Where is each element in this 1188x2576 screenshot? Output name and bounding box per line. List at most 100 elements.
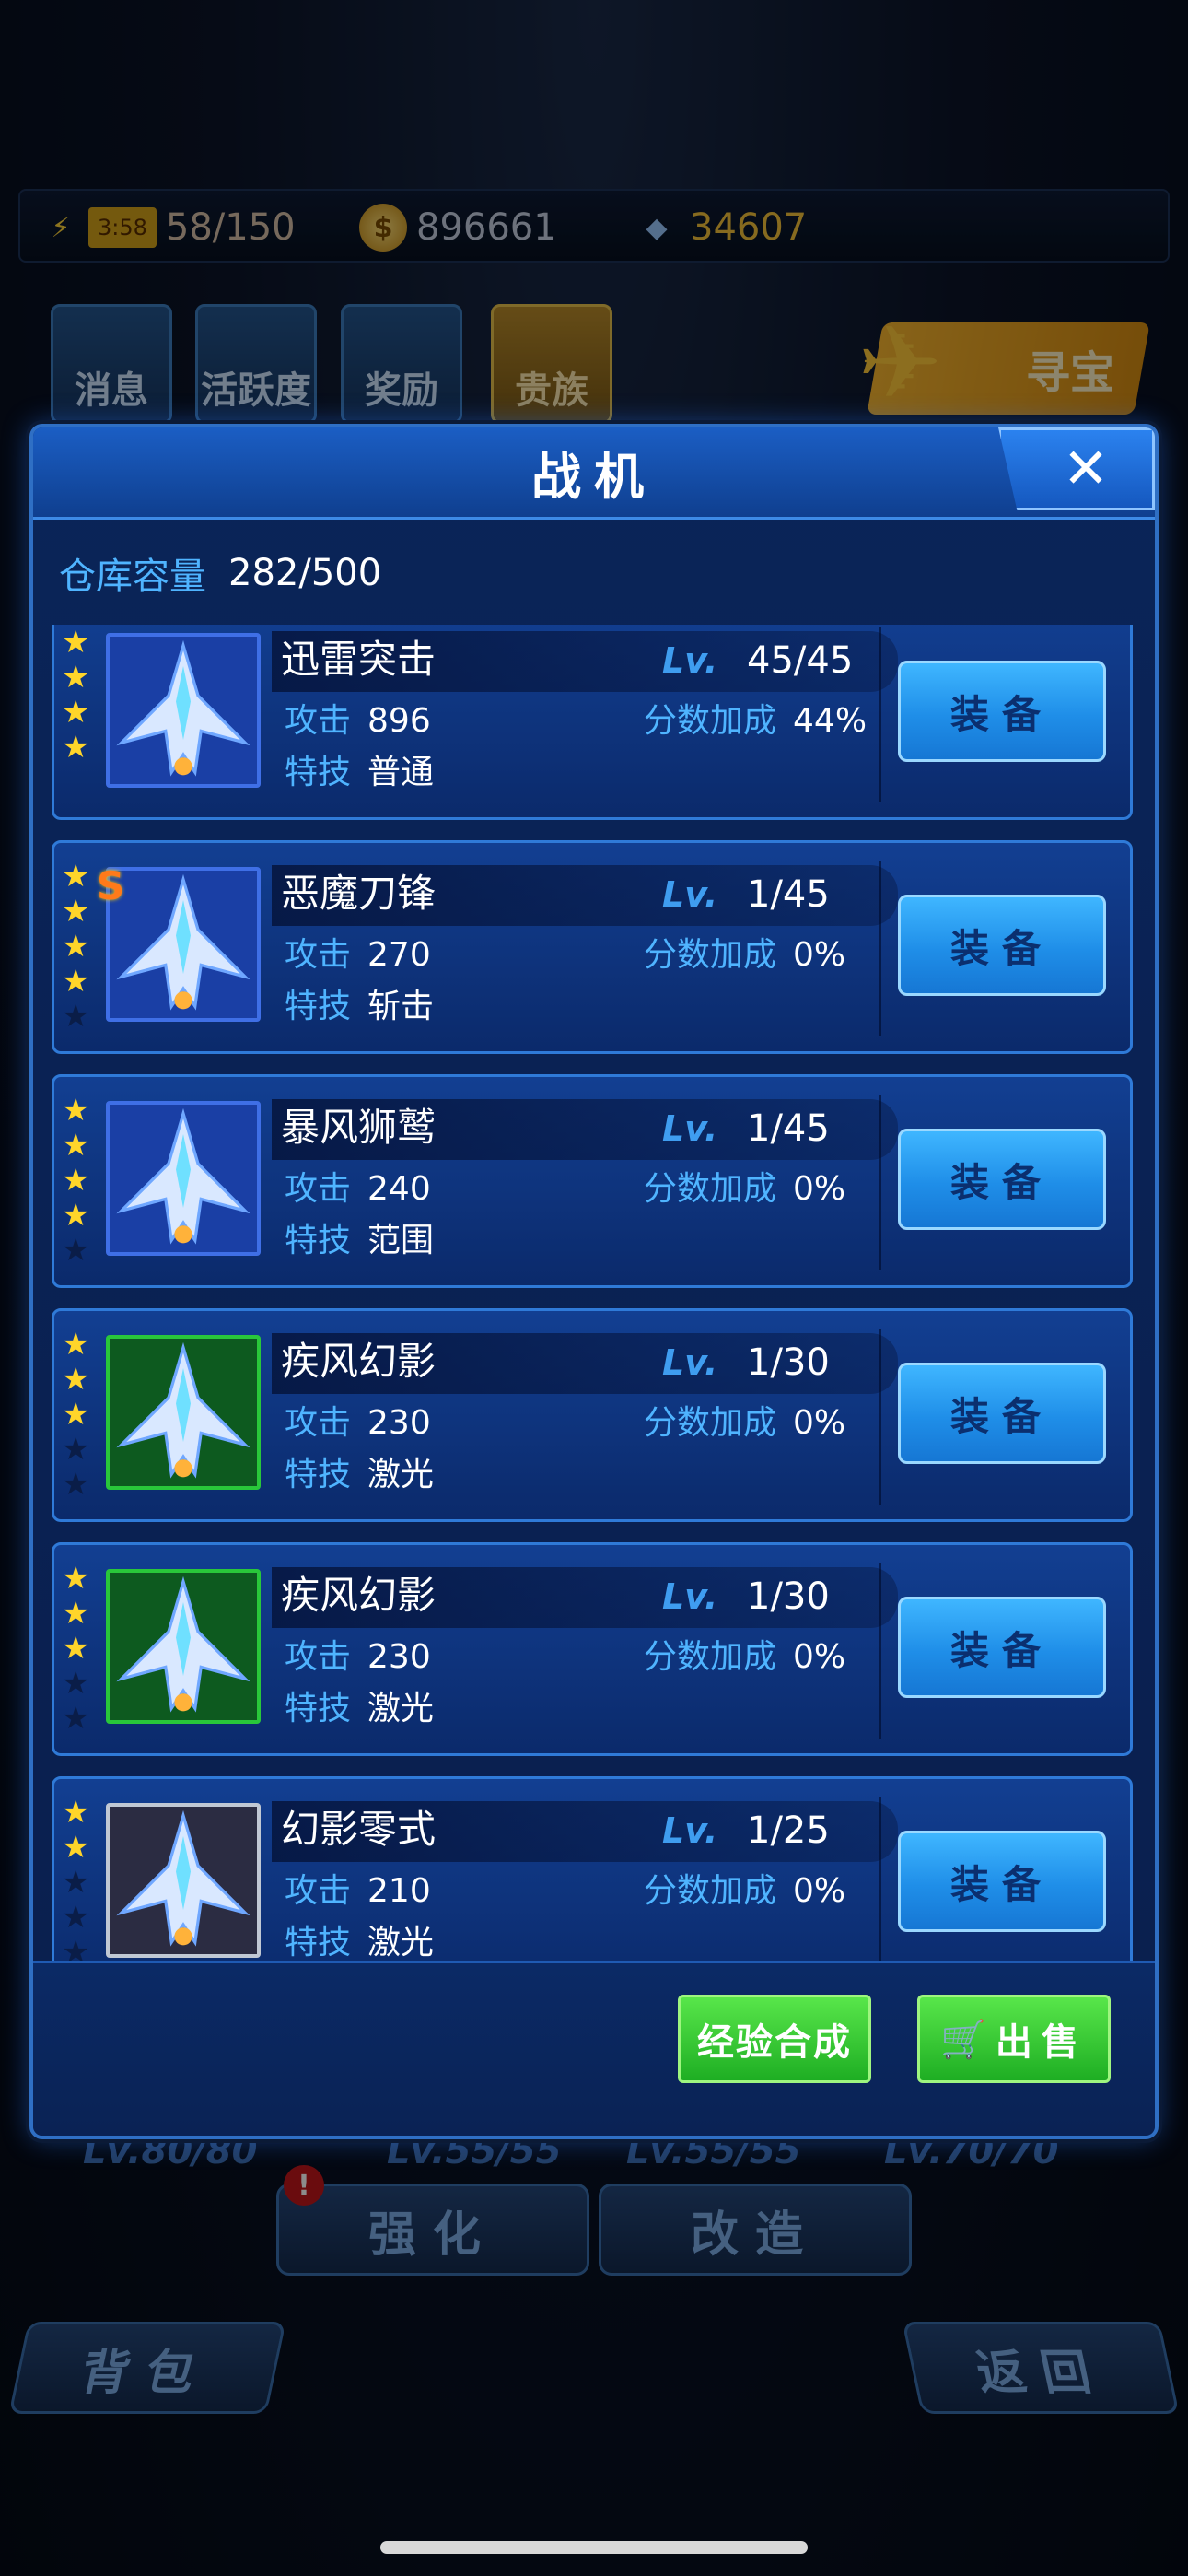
star-icon: ★ xyxy=(62,1665,90,1702)
plane-name: 暴风狮鹫 xyxy=(281,1105,437,1150)
bonus-row: 分数加成 0% xyxy=(644,933,845,978)
skill-label: 特技 xyxy=(285,1690,352,1727)
bonus-label: 分数加成 xyxy=(644,1872,777,1910)
close-icon: ✕ xyxy=(1062,437,1110,501)
star-rating: ★ ★ ★ ★ ★ xyxy=(62,1562,97,1735)
card-divider xyxy=(879,1329,881,1505)
grade-badge: S xyxy=(97,863,125,908)
exp-merge-button[interactable]: 经验合成 xyxy=(678,1995,871,2083)
equip-button[interactable]: 装备 xyxy=(898,895,1106,996)
attack-row: 攻击 230 xyxy=(285,1635,431,1680)
attack-value: 230 xyxy=(367,1404,431,1442)
modal-footer: 经验合成 🛒 出售 xyxy=(33,1961,1155,2136)
plane-name: 恶魔刀锋 xyxy=(281,871,437,916)
grade-badge xyxy=(97,1799,134,1842)
scrollbar[interactable] xyxy=(1140,649,1151,2136)
star-rating: ★ ★ ★ ★ ★ xyxy=(62,1094,97,1267)
attack-label: 攻击 xyxy=(285,1638,352,1676)
attack-row: 攻击 230 xyxy=(285,1401,431,1446)
attack-label: 攻击 xyxy=(285,1872,352,1910)
attack-label: 攻击 xyxy=(285,936,352,974)
equip-button[interactable]: 装备 xyxy=(898,1129,1106,1230)
level-label: Lv. xyxy=(662,1576,718,1617)
bonus-value: 0% xyxy=(793,1872,846,1910)
plane-card-0: ★ ★ ★ ★ 迅雷突击 Lv. 45/45 攻击 896 特技 普通 分数加成 44% 装… xyxy=(52,625,1133,820)
plane-name: 迅雷突击 xyxy=(281,637,437,682)
bonus-label: 分数加成 xyxy=(644,1638,777,1676)
attack-row: 攻击 896 xyxy=(285,699,431,744)
bonus-label: 分数加成 xyxy=(644,702,777,740)
sell-label: 出售 xyxy=(995,2021,1088,2064)
level-value: 1/25 xyxy=(747,1809,830,1852)
skill-value: 斩击 xyxy=(367,988,435,1025)
card-divider xyxy=(879,861,881,1036)
level-value: 1/30 xyxy=(747,1341,830,1384)
capacity-value: 282/500 xyxy=(228,552,382,594)
level-value: 1/30 xyxy=(747,1575,830,1618)
grade-badge xyxy=(97,1097,134,1140)
plane-list-content: ★ ★ ★ ★ 迅雷突击 Lv. 45/45 攻击 896 特技 普通 分数加成 44% 装… xyxy=(52,625,1144,1961)
star-icon: ★ xyxy=(62,1630,90,1667)
level-label: Lv. xyxy=(662,640,718,681)
equip-button[interactable]: 装备 xyxy=(898,661,1106,762)
card-divider xyxy=(879,1095,881,1270)
bonus-label: 分数加成 xyxy=(644,1170,777,1208)
level-value: 45/45 xyxy=(747,639,854,682)
equip-button[interactable]: 装备 xyxy=(898,1363,1106,1464)
plane-name: 幻影零式 xyxy=(281,1807,437,1852)
star-icon: ★ xyxy=(62,1560,90,1597)
skill-value: 范围 xyxy=(367,1222,435,1259)
skill-row: 特技 斩击 xyxy=(285,985,434,1029)
storage-capacity: 仓库容量 282/500 xyxy=(59,545,381,601)
planes-modal: 战机 ✕ 仓库容量 282/500 ★ ★ ★ ★ 迅雷突击 Lv. 45/45 攻击… xyxy=(29,424,1159,2139)
bonus-row: 分数加成 0% xyxy=(644,1401,845,1446)
star-icon: ★ xyxy=(62,1864,90,1901)
bonus-row: 分数加成 0% xyxy=(644,1869,845,1914)
plane-card-1: ★ ★ ★ ★ ★ S 恶魔刀锋 Lv. 1/45 攻击 270 特技 斩击 分数加成 0% … xyxy=(52,840,1133,1054)
bonus-label: 分数加成 xyxy=(644,936,777,974)
bonus-value: 0% xyxy=(793,936,846,974)
attack-value: 896 xyxy=(367,702,431,740)
star-icon: ★ xyxy=(62,694,90,731)
bonus-value: 0% xyxy=(793,1404,846,1442)
skill-row: 特技 范围 xyxy=(285,1219,434,1263)
grade-badge xyxy=(97,1565,134,1608)
sell-button[interactable]: 🛒 出售 xyxy=(917,1995,1111,2083)
attack-value: 240 xyxy=(367,1170,431,1208)
equip-button[interactable]: 装备 xyxy=(898,1831,1106,1932)
plane-name: 疾风幻影 xyxy=(281,1573,437,1618)
home-indicator[interactable] xyxy=(380,2541,808,2554)
star-icon: ★ xyxy=(62,1197,90,1234)
star-icon: ★ xyxy=(62,963,90,1000)
attack-label: 攻击 xyxy=(285,702,352,740)
exp-merge-label: 经验合成 xyxy=(697,2021,852,2064)
attack-value: 230 xyxy=(367,1638,431,1676)
skill-row: 特技 普通 xyxy=(285,751,434,795)
level-value: 1/45 xyxy=(747,1107,830,1150)
star-icon: ★ xyxy=(62,893,90,930)
skill-value: 普通 xyxy=(367,754,435,791)
skill-label: 特技 xyxy=(285,1456,352,1493)
star-icon: ★ xyxy=(62,1934,90,1961)
level-label: Lv. xyxy=(662,1342,718,1383)
star-icon: ★ xyxy=(62,1127,90,1164)
bonus-row: 分数加成 44% xyxy=(644,699,867,744)
plane-list[interactable]: ★ ★ ★ ★ 迅雷突击 Lv. 45/45 攻击 896 特技 普通 分数加成 44% 装… xyxy=(52,625,1144,1961)
star-icon: ★ xyxy=(62,625,90,661)
close-button[interactable]: ✕ xyxy=(998,427,1155,510)
bonus-label: 分数加成 xyxy=(644,1404,777,1442)
skill-label: 特技 xyxy=(285,988,352,1025)
card-divider xyxy=(879,1563,881,1739)
modal-title: 战机 xyxy=(531,448,657,506)
star-icon: ★ xyxy=(62,729,90,766)
capacity-label: 仓库容量 xyxy=(59,556,206,598)
star-icon: ★ xyxy=(62,858,90,895)
equip-button[interactable]: 装备 xyxy=(898,1597,1106,1698)
attack-value: 210 xyxy=(367,1872,431,1910)
attack-label: 攻击 xyxy=(285,1404,352,1442)
attack-row: 攻击 210 xyxy=(285,1869,431,1914)
star-rating: ★ ★ ★ ★ xyxy=(62,626,97,764)
star-icon: ★ xyxy=(62,1794,90,1831)
star-icon: ★ xyxy=(62,998,90,1035)
skill-value: 激光 xyxy=(367,1690,435,1727)
